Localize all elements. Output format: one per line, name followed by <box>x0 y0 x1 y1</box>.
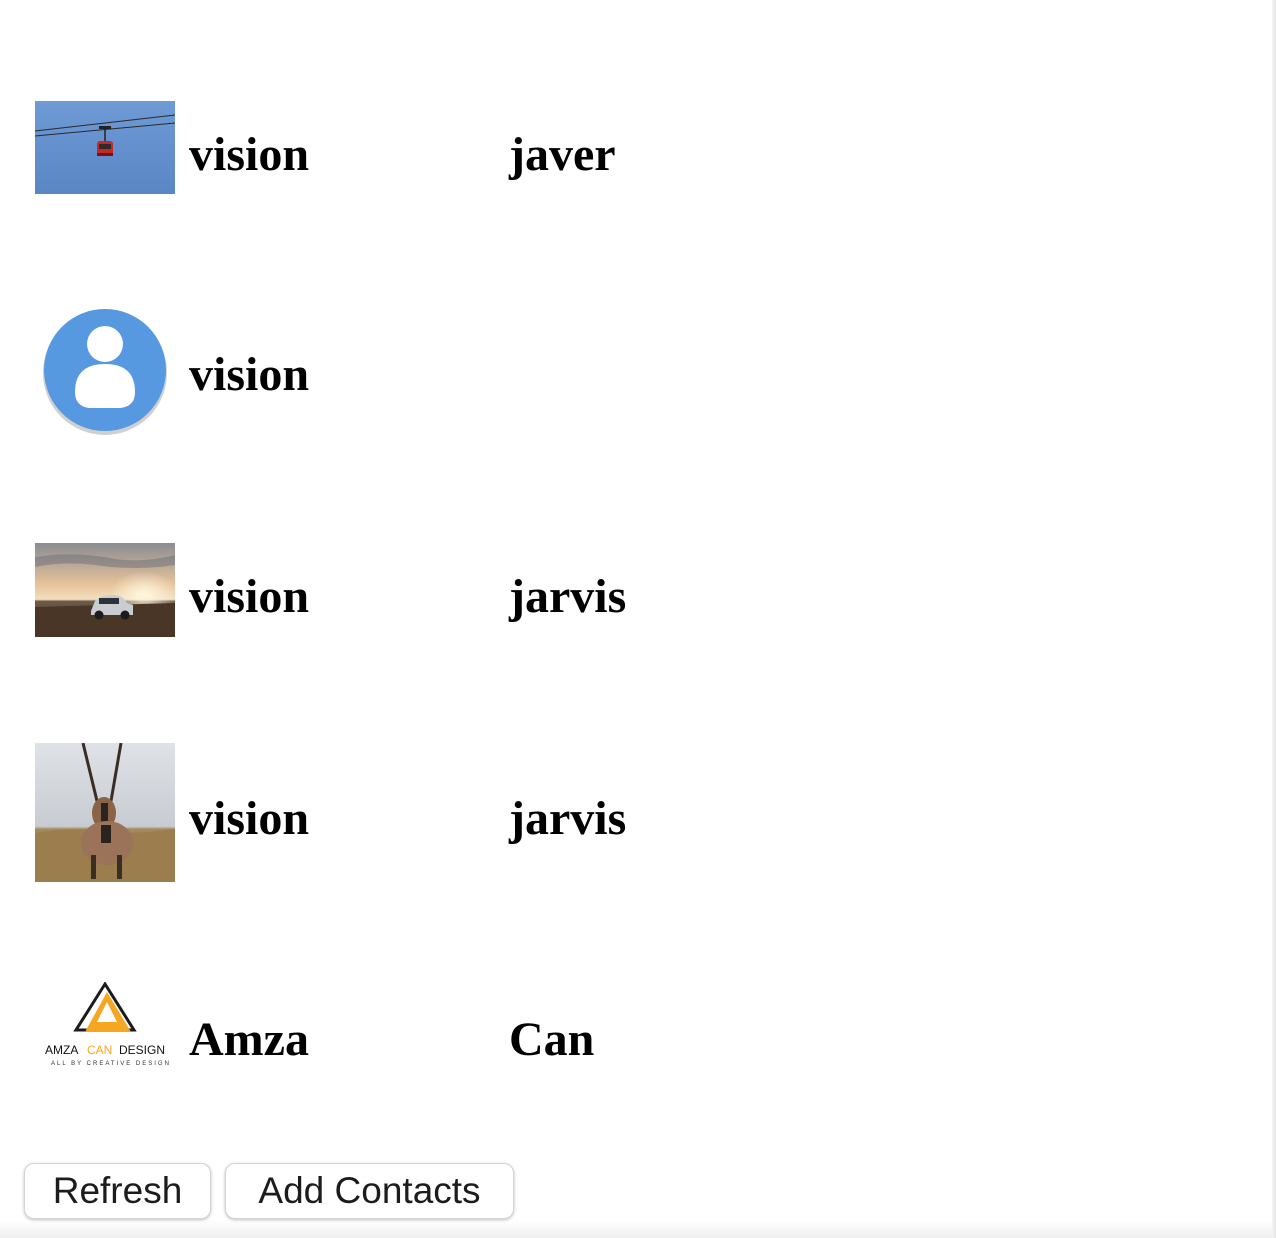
logo-text-left: AMZA <box>45 1043 78 1057</box>
car-sunset-photo <box>35 543 175 637</box>
cable-car-photo <box>35 101 175 194</box>
default-avatar-icon <box>35 306 175 436</box>
refresh-button[interactable]: Refresh <box>24 1163 211 1219</box>
contact-last-name: Can <box>509 1013 595 1066</box>
contact-row[interactable]: vision <box>35 306 935 446</box>
contact-last-name: jarvis <box>509 570 627 623</box>
contact-row[interactable]: vision javer <box>35 101 935 241</box>
contact-first-name: vision <box>189 128 310 181</box>
contact-row[interactable]: vision jarvis <box>35 543 935 683</box>
contact-last-name: jarvis <box>509 792 627 845</box>
contact-first-name: vision <box>189 570 310 623</box>
logo-tagline: ALL BY CREATIVE DESIGN <box>51 1061 171 1067</box>
contact-first-name: vision <box>189 792 310 845</box>
amza-can-design-logo: AMZA CAN DESIGN ALL BY CREATIVE DESIGN <box>35 982 175 1072</box>
contact-row[interactable]: vision jarvis <box>35 743 935 883</box>
logo-text-right: DESIGN <box>119 1043 165 1057</box>
logo-text-mid: CAN <box>87 1043 112 1057</box>
contact-first-name: vision <box>189 348 310 401</box>
contact-first-name: Amza <box>189 1013 309 1066</box>
oryx-antelope-photo <box>35 743 175 882</box>
contact-last-name: javer <box>509 128 616 181</box>
bottom-edge <box>0 1220 1276 1238</box>
add-contacts-button[interactable]: Add Contacts <box>225 1163 514 1219</box>
contact-row[interactable]: AMZA CAN DESIGN ALL BY CREATIVE DESIGN A… <box>35 982 935 1122</box>
contacts-page: vision javer vision vision jarvis vision… <box>0 0 1276 1238</box>
scrollbar-track[interactable] <box>1272 0 1276 1238</box>
